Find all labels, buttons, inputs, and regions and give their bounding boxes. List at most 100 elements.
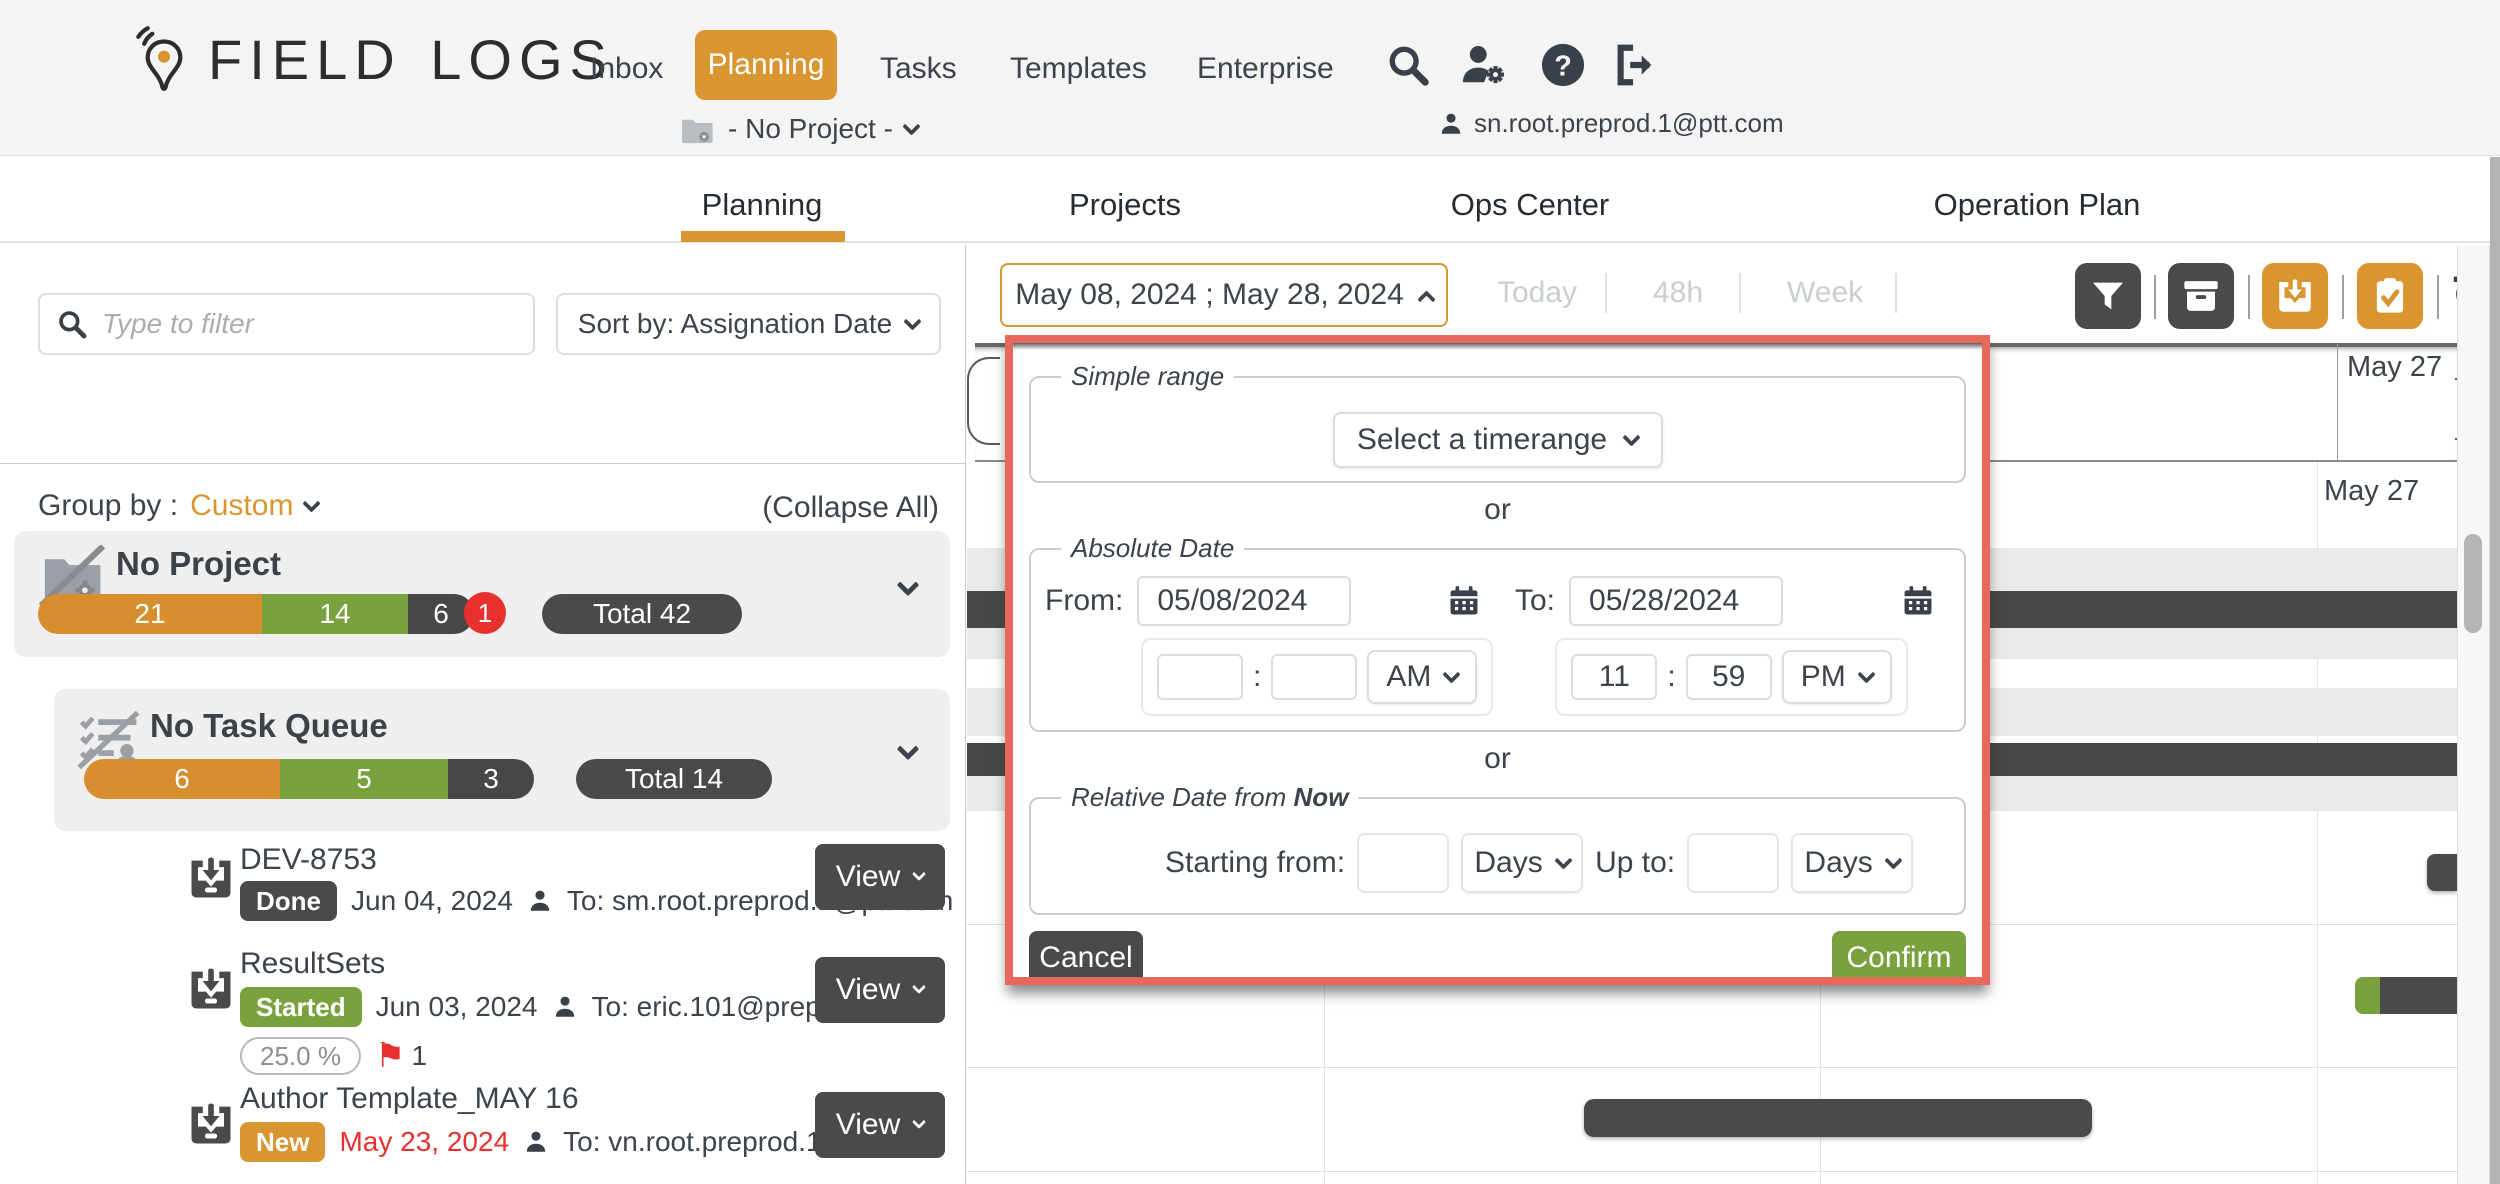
up-to-unit-select[interactable]: Days [1791,833,1913,893]
sort-dropdown[interactable]: Sort by: Assignation Date [556,293,941,355]
person-icon [552,994,578,1020]
relative-date-legend: Relative Date from Now [1061,782,1358,813]
tab-projects[interactable]: Projects [1069,187,1181,223]
separator [1605,273,1607,313]
help-icon[interactable] [1540,42,1586,88]
to-hour-input[interactable] [1571,654,1657,700]
chevron-down-icon[interactable] [897,738,920,761]
filter-tool-button[interactable] [2075,263,2141,329]
group-by-dropdown[interactable]: Group by : Custom [38,489,318,523]
tab-operation-plan[interactable]: Operation Plan [1934,187,2141,223]
nav-planning[interactable]: Planning [695,30,837,100]
to-minute-input[interactable] [1686,654,1772,700]
view-button-label: View [836,860,900,894]
project-selector[interactable]: - No Project - [678,112,918,146]
starting-unit-value: Days [1474,846,1542,880]
colon: : [1667,660,1675,694]
collapse-all-link[interactable]: (Collapse All) [762,491,939,525]
up-to-input[interactable] [1687,833,1779,893]
gantt-bar-started[interactable] [2355,977,2457,1014]
to-meridiem-select[interactable]: PM [1782,650,1892,704]
flag-count: 1 [411,1040,427,1072]
timerange-select[interactable]: Select a timerange [1333,412,1663,468]
funnel-icon [2088,276,2128,316]
panel-collapse-handle-left[interactable] [967,357,1000,445]
nav-enterprise[interactable]: Enterprise [1197,52,1334,86]
user-email-text: sn.root.preprod.1@ptt.com [1474,108,1784,139]
starting-unit-select[interactable]: Days [1461,833,1583,893]
checklist-tool-button[interactable] [2357,263,2423,329]
from-meridiem-select[interactable]: AM [1367,650,1477,704]
nav-templates[interactable]: Templates [1010,52,1147,86]
chevron-up-icon [1417,290,1435,308]
archive-tool-button[interactable] [2168,263,2234,329]
gantt-scrollbar-thumb[interactable] [2464,534,2482,633]
task-date: Jun 04, 2024 [351,885,513,917]
search-icon[interactable] [1385,42,1431,88]
quick-range-week[interactable]: Week [1787,276,1863,310]
group-by-label: Group by : [38,489,178,523]
filter-input[interactable] [102,308,517,340]
view-button[interactable]: View [815,1092,945,1158]
gantt-row-line [967,1171,2457,1172]
task-date: Jun 03, 2024 [376,991,538,1023]
logout-icon[interactable] [1612,42,1658,88]
app-header: FIELD LOGS Inbox Planning Tasks Template… [0,0,2500,156]
gantt-bar[interactable] [2427,854,2457,891]
group-card-no-task-queue[interactable]: No Task Queue 6 5 3 Total 14 [54,689,950,831]
chevron-down-icon [1554,851,1572,869]
chevron-down-icon [912,980,926,994]
up-to-unit-value: Days [1804,846,1872,880]
date-range-button[interactable]: May 08, 2024 ; May 28, 2024 [1000,263,1448,327]
nav-inbox[interactable]: Inbox [590,52,663,86]
active-tab-underline [681,231,845,242]
progress-segment-green: 5 [280,759,448,799]
chevron-down-icon [1857,665,1875,683]
calendar-icon[interactable] [1901,584,1935,618]
quick-range-today[interactable]: Today [1497,276,1577,310]
task-title[interactable]: Author Template_MAY 16 [240,1082,579,1116]
person-icon [527,888,553,914]
tab-bar: Planning Projects Ops Center Operation P… [0,157,2500,243]
starting-from-label: Starting from: [1165,846,1345,880]
relative-date-fieldset: Relative Date from Now Starting from: Da… [1029,782,1966,915]
tab-ops-center[interactable]: Ops Center [1451,187,1610,223]
panel-divider [0,463,965,464]
from-date-input[interactable] [1137,576,1351,626]
starting-from-input[interactable] [1357,833,1449,893]
date-range-label: May 08, 2024 ; May 28, 2024 [1015,278,1404,312]
search-icon [56,308,88,340]
window-scrollbar[interactable] [2490,157,2500,1184]
from-hour-input[interactable] [1157,654,1243,700]
cancel-button[interactable]: Cancel [1029,931,1143,977]
view-button[interactable]: View [815,957,945,1023]
chevron-down-icon [1443,665,1461,683]
inbox-tool-button[interactable] [2262,263,2328,329]
filter-search-field[interactable] [38,293,535,355]
or-text: or [1029,493,1966,527]
user-settings-icon[interactable] [1458,42,1510,88]
view-button[interactable]: View [815,844,945,910]
chevron-down-icon [1622,428,1640,446]
from-label: From: [1045,584,1123,618]
timeline-column-line [2337,344,2338,461]
task-list-panel: Sort by: Assignation Date Group by : Cus… [0,245,966,1184]
from-minute-input[interactable] [1271,654,1357,700]
from-time-group: : AM [1141,638,1493,716]
chevron-down-icon[interactable] [897,574,920,597]
tab-planning[interactable]: Planning [702,187,823,223]
quick-range-48h[interactable]: 48h [1653,276,1703,310]
gantt-bar[interactable] [1584,1099,2092,1137]
task-title[interactable]: DEV-8753 [240,843,377,877]
to-date-input[interactable] [1569,576,1783,626]
nav-tasks[interactable]: Tasks [880,52,957,86]
task-title[interactable]: ResultSets [240,947,385,981]
group-card-no-project[interactable]: No Project 21 14 6 1 Total 42 [14,531,950,657]
gantt-scrollbar-track[interactable] [2457,245,2490,1184]
separator [2342,275,2344,319]
progress-segment-green: 14 [262,594,408,634]
calendar-icon[interactable] [1447,584,1481,618]
chevron-down-icon [1884,851,1902,869]
confirm-button[interactable]: Confirm [1832,931,1966,977]
task-tray-icon [185,963,237,1015]
